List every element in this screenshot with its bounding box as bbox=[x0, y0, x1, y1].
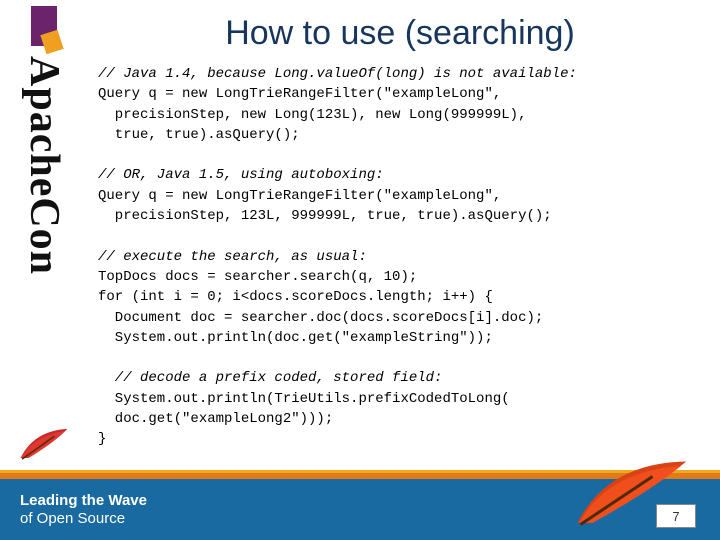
code-line: Document doc = searcher.doc(docs.scoreDo… bbox=[98, 310, 543, 326]
code-comment: // execute the search, as usual: bbox=[98, 249, 367, 265]
code-line: doc.get("exampleLong2"))); bbox=[98, 411, 333, 427]
code-line: true, true).asQuery(); bbox=[98, 127, 300, 143]
feather-icon bbox=[18, 424, 70, 464]
code-comment: // decode a prefix coded, stored field: bbox=[98, 370, 442, 386]
code-block: // Java 1.4, because Long.valueOf(long) … bbox=[98, 64, 700, 450]
code-line: Query q = new LongTrieRangeFilter("examp… bbox=[98, 188, 501, 204]
page-number-box: 7 bbox=[656, 504, 696, 528]
footer-bar: Leading the Wave of Open Source 7 bbox=[0, 479, 720, 540]
slide: ApacheCon How to use (searching) // Java… bbox=[0, 0, 720, 540]
footer-line1: Leading the Wave bbox=[20, 492, 147, 510]
code-comment: // OR, Java 1.5, using autoboxing: bbox=[98, 167, 384, 183]
footer-line2: of Open Source bbox=[20, 510, 147, 528]
code-line: } bbox=[98, 431, 106, 447]
code-line: Query q = new LongTrieRangeFilter("examp… bbox=[98, 86, 501, 102]
sidebar-brand: ApacheCon bbox=[14, 6, 74, 436]
footer: Leading the Wave of Open Source 7 bbox=[0, 470, 720, 540]
page-number: 7 bbox=[672, 509, 679, 524]
code-line: precisionStep, new Long(123L), new Long(… bbox=[98, 107, 526, 123]
code-line: System.out.println(doc.get("exampleStrin… bbox=[98, 330, 493, 346]
footer-tagline: Leading the Wave of Open Source bbox=[20, 492, 147, 528]
code-line: precisionStep, 123L, 999999L, true, true… bbox=[98, 208, 552, 224]
code-line: TopDocs docs = searcher.search(q, 10); bbox=[98, 269, 417, 285]
code-line: System.out.println(TrieUtils.prefixCoded… bbox=[98, 391, 510, 407]
code-line: for (int i = 0; i<docs.scoreDocs.length;… bbox=[98, 289, 493, 305]
brand-vertical-text: ApacheCon bbox=[20, 56, 68, 275]
code-comment: // Java 1.4, because Long.valueOf(long) … bbox=[98, 66, 577, 82]
slide-title: How to use (searching) bbox=[100, 14, 700, 53]
apache-logo-icon bbox=[31, 6, 57, 46]
